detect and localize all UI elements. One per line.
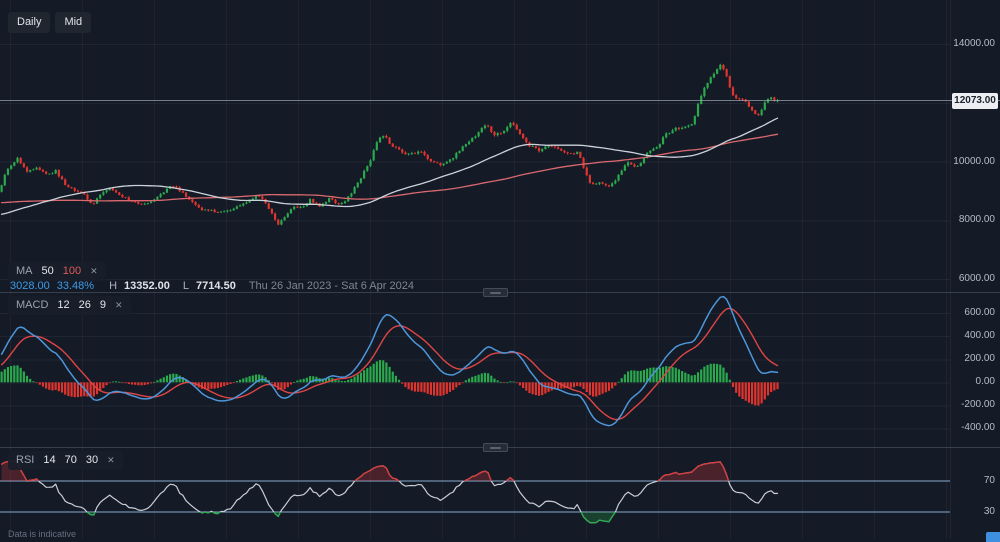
footer-note: Data is indicative xyxy=(8,529,76,539)
axis-tick-label: 14000.00 xyxy=(950,39,995,49)
macd-pane-canvas[interactable] xyxy=(0,293,1000,448)
toolbar: Daily Mid xyxy=(8,12,91,33)
axis-tick-label: 400.00 xyxy=(950,331,995,341)
rsi-value-badge xyxy=(986,532,1000,542)
axis-tick-label: 70 xyxy=(950,476,995,486)
pane-resize-handle-icon[interactable] xyxy=(483,443,508,452)
macd-param-fast: 12 xyxy=(57,300,69,311)
interval-mid-button[interactable]: Mid xyxy=(55,12,91,33)
macd-legend-title: MACD xyxy=(16,300,48,311)
rsi-close-icon[interactable]: ✕ xyxy=(107,455,115,466)
low-value: 7714.50 xyxy=(196,281,236,292)
ma-period-100: 100 xyxy=(63,266,81,277)
current-price-badge: 12073.00 xyxy=(952,93,998,109)
price-pane-canvas[interactable] xyxy=(0,0,1000,293)
high-label: H xyxy=(109,281,117,292)
axis-tick-label: 0.00 xyxy=(950,377,995,387)
change-value: 3028.00 xyxy=(10,281,50,292)
axis-tick-label: 30 xyxy=(950,507,995,517)
axis-tick-label: 6000.00 xyxy=(950,274,995,284)
axis-tick-label: 8000.00 xyxy=(950,215,995,225)
axis-tick-label: 10000.00 xyxy=(950,157,995,167)
rsi-legend: RSI 14 70 30 ✕ xyxy=(8,451,123,470)
high-value: 13352.00 xyxy=(124,281,170,292)
change-percent: 33.48% xyxy=(57,281,94,292)
rsi-legend-title: RSI xyxy=(16,455,34,466)
rsi-param-length: 14 xyxy=(43,455,55,466)
ma-legend-title: MA xyxy=(16,266,33,277)
date-range: Thu 26 Jan 2023 - Sat 6 Apr 2024 xyxy=(249,281,414,292)
axis-tick-label: 200.00 xyxy=(950,354,995,364)
chart-root: Daily Mid MA 50 100 ✕ 3028.00 33.48% H 1… xyxy=(0,0,1000,539)
pane-resize-handle-icon[interactable] xyxy=(483,288,508,297)
ohlc-info-row: 3028.00 33.48% H 13352.00 L 7714.50 Thu … xyxy=(8,278,414,295)
rsi-param-upper: 70 xyxy=(65,455,77,466)
interval-daily-button[interactable]: Daily xyxy=(8,12,50,33)
low-label: L xyxy=(183,281,189,292)
ma-period-50: 50 xyxy=(42,266,54,277)
macd-param-signal: 9 xyxy=(100,300,106,311)
macd-param-slow: 26 xyxy=(79,300,91,311)
macd-close-icon[interactable]: ✕ xyxy=(115,300,123,311)
axis-tick-label: -200.00 xyxy=(950,400,995,410)
axis-tick-label: -400.00 xyxy=(950,423,995,433)
rsi-pane-canvas[interactable] xyxy=(0,448,1000,539)
axis-tick-label: 600.00 xyxy=(950,308,995,318)
rsi-param-lower: 30 xyxy=(86,455,98,466)
ma-close-icon[interactable]: ✕ xyxy=(90,266,98,277)
macd-legend: MACD 12 26 9 ✕ xyxy=(8,296,131,315)
